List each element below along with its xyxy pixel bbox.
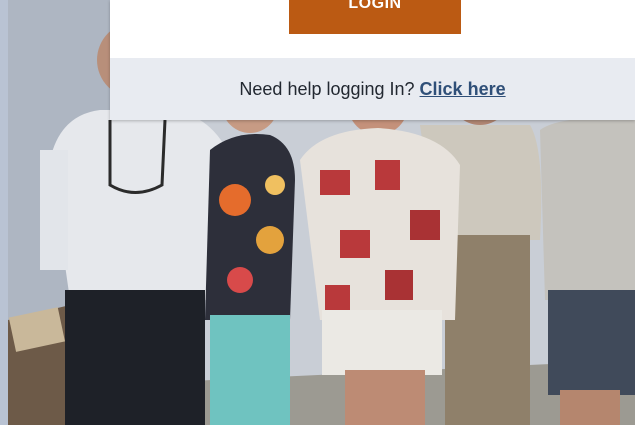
- photo-person5-shorts: [548, 290, 635, 395]
- help-bar: Need help logging In? Click here: [110, 58, 635, 120]
- photo-person2-flower1: [219, 184, 251, 216]
- photo-person1-pants: [65, 290, 205, 425]
- photo-person3-pattern4: [340, 230, 370, 258]
- photo-person2-flower3: [227, 267, 253, 293]
- photo-person3-legs: [345, 370, 425, 425]
- login-card: LOGIN Need help logging In? Click here: [110, 0, 635, 120]
- photo-person3-pattern1: [320, 170, 350, 195]
- photo-person3-pattern2: [375, 160, 400, 190]
- photo-person2-flower2: [256, 226, 284, 254]
- photo-person3-pattern3: [410, 210, 440, 240]
- photo-person1-arm: [40, 150, 68, 270]
- photo-person3-pattern6: [325, 285, 350, 310]
- photo-person2-pants: [210, 315, 290, 425]
- photo-person2-flower4: [265, 175, 285, 195]
- photo-person4-pants: [445, 235, 530, 425]
- photo-person3-pattern5: [385, 270, 413, 300]
- left-edge-strip: [0, 0, 8, 425]
- help-click-here-link[interactable]: Click here: [420, 79, 506, 100]
- help-prompt-text: Need help logging In?: [239, 78, 415, 99]
- photo-person5-shirt: [540, 117, 635, 300]
- photo-person5-legs: [560, 390, 620, 425]
- photo-person3-shorts: [322, 310, 442, 375]
- page: LOGIN Need help logging In? Click here: [0, 0, 635, 425]
- login-button[interactable]: LOGIN: [289, 0, 461, 34]
- photo-person2-top: [205, 134, 295, 320]
